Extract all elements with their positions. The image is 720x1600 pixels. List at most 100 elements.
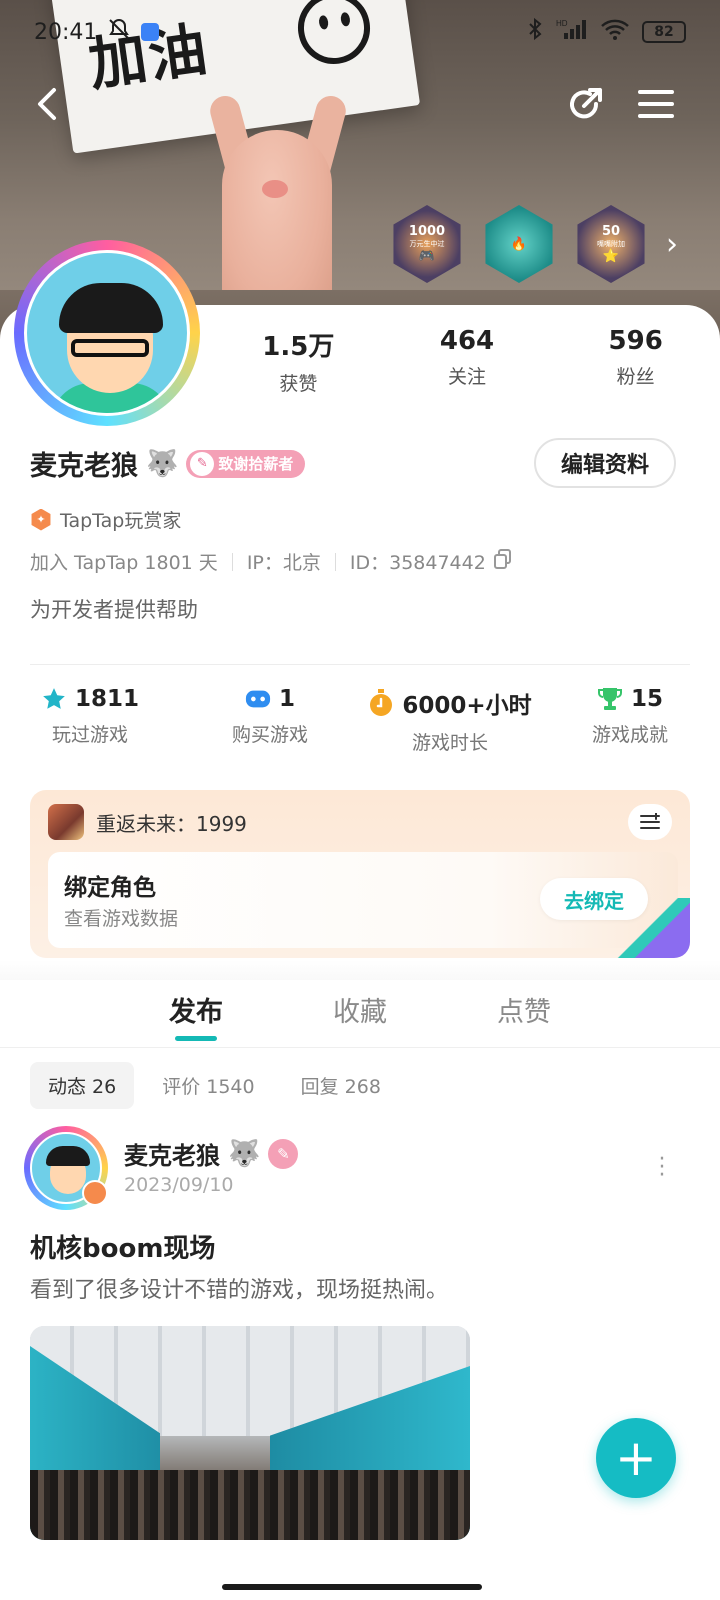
stat-label: 购买游戏 [231, 724, 308, 746]
torch-badge-icon: 🔥 [510, 236, 528, 252]
chevron-right-icon[interactable]: › [666, 227, 678, 262]
stat-label: 获赞 [279, 373, 318, 395]
play-time-stat[interactable]: 6000+小时 游戏时长 [360, 686, 540, 755]
stat-value: 6000+小时 [402, 693, 532, 719]
corner-decoration [610, 898, 690, 958]
bluetooth-icon [526, 17, 544, 47]
menu-button[interactable] [634, 82, 678, 126]
thanks-tag-label: 致谢拾薪者 [218, 455, 294, 473]
badge-value: 50 [601, 224, 621, 239]
subtab-moments[interactable]: 动态 26 [30, 1062, 135, 1109]
stat-value: 1.5万 [262, 332, 335, 362]
profile-stats: 1.5万 获赞 464 关注 596 粉丝 [214, 326, 720, 396]
subtab-replies[interactable]: 回复 268 [283, 1062, 399, 1109]
post-header: 麦克老狼 🐺 ✎ 2023/09/10 · · · [24, 1126, 696, 1210]
pig-figure-nose [262, 180, 288, 198]
battery-indicator: 82 [642, 21, 686, 43]
profile-info: 加入 TapTap 1801 天 IP：北京 ID：35847442 [30, 548, 512, 575]
wolf-emoji: 🐺 [228, 1138, 261, 1169]
join-days: 加入 TapTap 1801 天 [30, 552, 218, 574]
badge-item[interactable]: 1000 万元生中过 🎮 [393, 205, 461, 283]
back-button[interactable] [26, 82, 70, 126]
avatar[interactable] [14, 240, 210, 436]
game-stats: 1811 玩过游戏 1 购买游戏 6000+小时 游戏时长 15 游戏成就 [0, 686, 720, 755]
signal-icon: HD [556, 17, 588, 47]
tab-favorites[interactable]: 收藏 [333, 976, 387, 1047]
stat-value: 1 [278, 686, 295, 712]
played-games-stat[interactable]: 1811 玩过游戏 [0, 686, 180, 755]
edit-profile-button[interactable]: 编辑资料 [534, 438, 676, 488]
stat-label: 粉丝 [616, 366, 655, 388]
stopwatch-icon [368, 689, 394, 716]
wolf-emoji: 🐺 [146, 448, 179, 479]
ip-location: IP：北京 [246, 552, 321, 574]
divider [334, 552, 336, 571]
more-options-icon[interactable]: · · · [658, 1149, 666, 1187]
badge-subtitle: 万元生中过 [409, 240, 445, 248]
trophy-icon [597, 686, 623, 712]
profile-name: 麦克老狼 [30, 451, 138, 482]
name-row: 麦克老狼 🐺 ✎ 致谢拾薪者 [30, 444, 306, 483]
gamepad-icon [245, 686, 271, 712]
share-icon [570, 88, 602, 119]
badge-item[interactable]: 🔥 [485, 205, 553, 283]
stat-value: 15 [630, 686, 663, 712]
avatar-glasses [71, 339, 149, 357]
achievements-stat[interactable]: 15 游戏成就 [540, 686, 720, 755]
subtab-reviews[interactable]: 评价 1540 [144, 1062, 272, 1109]
status-time: 20:41 [34, 19, 98, 45]
avatar-hair [59, 283, 163, 333]
bind-card-body: 绑定角色 查看游戏数据 去绑定 [48, 852, 678, 948]
post-body[interactable]: 看到了很多设计不错的游戏，现场挺热闹。 [30, 1272, 448, 1304]
bind-subtitle: 查看游戏数据 [64, 908, 179, 930]
likes-stat[interactable]: 1.5万 获赞 [214, 326, 383, 396]
content-tabs: 发布 收藏 点赞 [0, 976, 720, 1048]
following-stat[interactable]: 464 关注 [383, 326, 552, 396]
post-title[interactable]: 机核boom现场 [30, 1228, 215, 1265]
back-arrow-icon [38, 88, 56, 120]
tab-posts[interactable]: 发布 [169, 976, 223, 1047]
feather-icon: ✎ [190, 451, 215, 476]
post-image[interactable] [30, 1326, 470, 1540]
status-bar: 20:41 HD 82 [0, 0, 720, 64]
wifi-icon [600, 17, 630, 47]
stat-label: 玩过游戏 [51, 724, 128, 746]
tab-likes[interactable]: 点赞 [497, 976, 551, 1047]
thanks-tag[interactable]: ✎ 致谢拾薪者 [186, 449, 306, 478]
stat-value: 1811 [74, 686, 139, 712]
user-id: ID：35847442 [349, 552, 486, 574]
stat-value: 464 [439, 326, 495, 356]
badge-list: 1000 万元生中过 🎮 🔥 50 嘴嘴附加 ⭐ › [388, 205, 678, 283]
player-title[interactable]: ✦ TapTap玩赏家 [30, 506, 181, 533]
copy-icon[interactable] [493, 549, 512, 574]
stat-value: 596 [608, 326, 663, 356]
title-hex-icon: ✦ [31, 508, 51, 531]
section-divider [30, 664, 690, 665]
badge-value: 1000 [408, 224, 446, 239]
share-button[interactable] [564, 82, 608, 126]
post-author-name[interactable]: 麦克老狼 [124, 1136, 220, 1171]
profile-bio: 为开发者提供帮助 [30, 598, 198, 622]
home-indicator[interactable] [222, 1584, 482, 1590]
app-notification-icon [141, 23, 160, 41]
menu-icon [638, 90, 674, 118]
create-post-button[interactable]: + [596, 1418, 676, 1498]
bought-games-stat[interactable]: 1 购买游戏 [180, 686, 360, 755]
gamepad-badge-icon: 🎮 [418, 249, 436, 264]
player-title-label: TapTap玩赏家 [60, 510, 182, 532]
list-settings-icon [640, 813, 660, 829]
divider [231, 552, 233, 571]
badge-subtitle: 嘴嘴附加 [597, 240, 625, 248]
badge-item[interactable]: 50 嘴嘴附加 ⭐ [577, 205, 645, 283]
post-date: 2023/09/10 [124, 1174, 234, 1196]
bind-card-header[interactable]: 重返未来：1999 [48, 804, 247, 840]
switch-game-button[interactable] [628, 804, 672, 840]
bind-character-card: 重返未来：1999 绑定角色 查看游戏数据 去绑定 [30, 790, 690, 958]
stat-label: 游戏成就 [591, 724, 668, 746]
game-name: 重返未来：1999 [96, 811, 247, 836]
followers-stat[interactable]: 596 粉丝 [551, 326, 720, 396]
game-thumbnail [48, 804, 84, 840]
star-badge-icon: ⭐ [602, 249, 620, 264]
post-subtabs: 动态 26 评价 1540 回复 268 [30, 1062, 399, 1109]
star-icon [41, 686, 67, 712]
